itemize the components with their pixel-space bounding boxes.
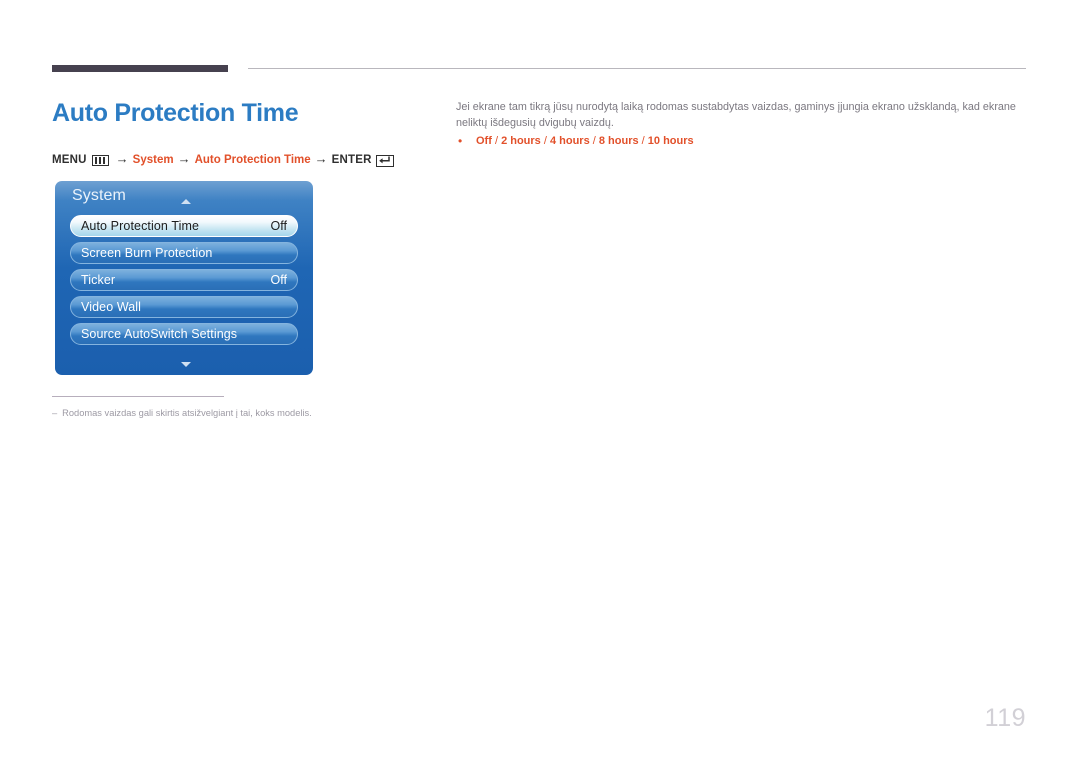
osd-title: System xyxy=(72,187,126,204)
footnote-dash: – xyxy=(52,408,58,418)
breadcrumb-step-system[interactable]: System xyxy=(133,154,174,166)
breadcrumb-arrow-3: → xyxy=(314,151,328,166)
osd-row-label: Source AutoSwitch Settings xyxy=(81,327,238,341)
osd-row-value: Off xyxy=(270,219,287,233)
breadcrumb-arrow-2: → xyxy=(177,151,191,166)
osd-row[interactable]: Ticker Off xyxy=(70,269,298,291)
option-separator: / xyxy=(540,135,550,147)
bullet-icon: • xyxy=(458,134,463,148)
osd-menu-panel[interactable]: System Auto Protection Time Off Screen Bur… xyxy=(55,181,313,375)
breadcrumb-menu-label: MENU xyxy=(52,153,87,166)
menu-bars-icon xyxy=(91,155,109,166)
osd-row[interactable]: Auto Protection Time Off xyxy=(70,215,298,237)
enter-return-icon xyxy=(375,154,394,167)
triangle-down-icon[interactable] xyxy=(181,362,191,367)
option-item: 10 hours xyxy=(647,135,694,147)
page-number: 119 xyxy=(984,704,1026,732)
osd-row[interactable]: Video Wall xyxy=(70,296,298,318)
osd-row[interactable]: Source AutoSwitch Settings xyxy=(70,323,298,345)
option-separator: / xyxy=(638,135,648,147)
options-values: Off / 2 hours / 4 hours / 8 hours / 10 h… xyxy=(476,134,694,148)
footnote-divider xyxy=(52,396,224,397)
osd-row[interactable]: Screen Burn Protection xyxy=(70,242,298,264)
breadcrumb-step-feature[interactable]: Auto Protection Time xyxy=(195,154,311,166)
osd-row-value: Off xyxy=(270,273,287,287)
page-title: Auto Protection Time xyxy=(52,99,299,127)
options-bullet-row: • Off / 2 hours / 4 hours / 8 hours / 10… xyxy=(458,134,1018,148)
osd-row-label: Screen Burn Protection xyxy=(81,246,213,260)
option-separator: / xyxy=(491,135,502,147)
description-paragraph: Jei ekrane tam tikrą jūsų nurodytą laiką… xyxy=(456,101,1016,129)
triangle-up-icon[interactable] xyxy=(181,199,191,204)
header-rule-dark xyxy=(52,65,228,72)
osd-row-label: Auto Protection Time xyxy=(81,219,200,233)
osd-row-label: Video Wall xyxy=(81,300,142,314)
option-item: 2 hours xyxy=(501,135,541,147)
breadcrumb-arrow-1: → xyxy=(115,151,129,166)
footnote: – Rodomas vaizdas gali skirtis atsižvelgi… xyxy=(52,408,312,418)
breadcrumb: MENU → System → Auto Protection Time → E… xyxy=(52,151,394,167)
option-item: 4 hours xyxy=(549,135,590,147)
header-rule-thin xyxy=(248,68,1026,69)
breadcrumb-enter-label: ENTER xyxy=(331,153,372,166)
osd-header: System xyxy=(55,181,313,215)
option-item: Off xyxy=(476,135,492,147)
option-item: 8 hours xyxy=(598,135,639,147)
option-separator: / xyxy=(589,135,599,147)
osd-row-list: Auto Protection Time Off Screen Burn Prote… xyxy=(55,215,313,345)
footnote-text: Rodomas vaizdas gali skirtis atsižvelgia… xyxy=(62,408,312,418)
osd-row-label: Ticker xyxy=(81,273,116,287)
